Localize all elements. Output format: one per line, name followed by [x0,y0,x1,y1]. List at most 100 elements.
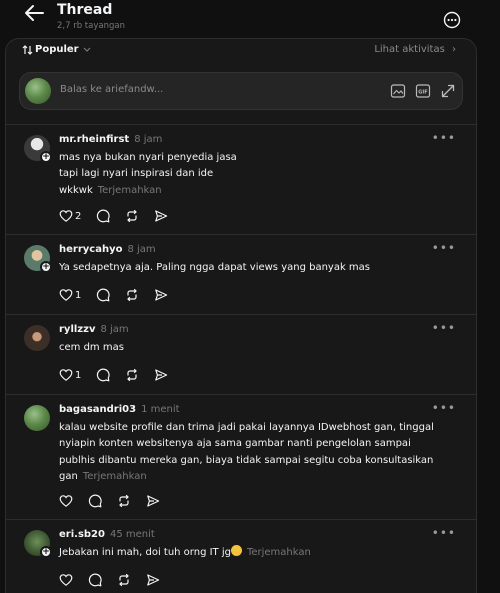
repost-button[interactable] [125,287,139,303]
image-icon[interactable] [390,83,406,99]
expand-icon[interactable] [440,83,456,99]
sort-button[interactable]: Populer [22,44,91,55]
avatar[interactable] [24,325,50,351]
back-arrow-icon[interactable] [22,3,46,23]
comment-line: tapi lagi nyari inspirasi dan ide [59,168,214,180]
send-icon [147,574,160,586]
sort-bar: Populer Lihat aktivitas › [6,39,476,65]
comment-actions: 1 [59,287,183,303]
share-button[interactable] [154,287,168,303]
like-button[interactable]: 1 [59,367,81,383]
heart-icon [59,369,73,381]
comment: ryllzzv 8 jam ••• cem dm mas 1 [6,314,476,394]
comment: + eri.sb20 45 menit ••• Jebakan ini mah, … [6,519,476,593]
comment-text: cem dm mas [59,340,444,356]
repost-button[interactable] [125,367,139,383]
repost-button[interactable] [125,208,139,224]
comment-username[interactable]: ryllzzv [59,324,95,335]
view-activity-label: Lihat aktivitas [374,44,445,55]
share-button[interactable] [154,208,168,224]
share-button[interactable] [146,493,160,509]
comment-header: bagasandri03 1 menit [59,404,180,415]
like-count: 1 [75,289,82,301]
reply-button[interactable] [96,208,110,224]
comment-line: wkkwk [59,184,93,196]
comment-more-icon[interactable]: ••• [432,401,456,415]
send-icon [155,210,168,222]
translate-link[interactable]: Terjemahkan [83,471,147,482]
comment-line: Ya sedapetnya aja. Paling ngga dapat vie… [59,262,371,273]
chevron-right-icon: › [452,44,456,55]
comment-header: mr.rheinfirst 8 jam [59,134,162,145]
reply-placeholder[interactable]: Balas ke ariefandw... [60,84,163,95]
comment: + mr.rheinfirst 8 jam ••• mas nya bukan n… [6,124,476,234]
svg-text:GIF: GIF [418,89,427,95]
comment-text: kalau website profile dan trima jadi pak… [59,420,444,485]
avatar [25,78,51,104]
reply-input[interactable]: Balas ke ariefandw... GIF [19,72,463,110]
heart-icon [59,210,73,222]
comment-text: Ya sedapetnya aja. Paling ngga dapat vie… [59,260,444,276]
avatar[interactable] [24,405,50,431]
comment: bagasandri03 1 menit ••• kalau website pr… [6,394,476,519]
comment-more-icon[interactable]: ••• [432,526,456,540]
follow-plus-icon[interactable]: + [40,151,52,163]
repost-icon [127,288,138,302]
comment-line: kalau website profile dan trima jadi pak… [59,422,434,433]
comment-username[interactable]: eri.sb20 [59,529,105,540]
follow-plus-icon[interactable]: + [40,546,52,558]
comment-more-icon[interactable]: ••• [432,241,456,255]
thread-panel: Populer Lihat aktivitas › Balas ke arief… [5,38,477,593]
comment-header: herrycahyo 8 jam [59,244,156,255]
comment-list: + mr.rheinfirst 8 jam ••• mas nya bukan n… [6,124,476,593]
send-icon [147,495,160,507]
comment-icon [88,573,102,587]
gif-icon[interactable]: GIF [415,83,431,99]
translate-link[interactable]: Terjemahkan [98,185,162,196]
like-button[interactable]: 1 [59,287,81,303]
translate-link[interactable]: Terjemahkan [247,547,311,558]
comment-actions: 1 [59,367,183,383]
heart-icon [59,574,73,586]
comment-more-icon[interactable]: ••• [432,131,456,145]
heart-icon [59,289,73,301]
view-activity-link[interactable]: Lihat aktivitas › [374,44,456,55]
comment-line: Jebakan ini mah, doi tuh orng IT jg [59,547,231,558]
page-title: Thread [57,2,113,18]
reply-button[interactable] [96,287,110,303]
sort-arrows-icon [22,44,33,55]
reply-button[interactable] [88,493,102,509]
comment-username[interactable]: bagasandri03 [59,404,136,415]
follow-plus-icon[interactable]: + [40,261,52,273]
repost-icon [127,209,138,223]
comment-time: 45 menit [109,529,155,540]
heart-icon [59,495,73,507]
share-button[interactable] [146,572,160,588]
comment-icon [97,209,110,223]
comment-line: mas nya bukan nyari penyedia jasa [59,152,237,163]
repost-icon [119,573,129,587]
comment-username[interactable]: mr.rheinfirst [59,134,129,145]
like-button[interactable] [59,572,73,588]
like-button[interactable]: 2 [59,208,81,224]
comment-line: cem dm mas [59,342,124,353]
comment-actions [59,493,175,509]
comment-more-icon[interactable]: ••• [432,321,456,335]
repost-icon [127,368,138,382]
comment-icon [88,494,102,508]
comment-username[interactable]: herrycahyo [59,244,122,255]
share-button[interactable] [154,367,168,383]
repost-button[interactable] [117,493,131,509]
comment-time: 8 jam [100,324,129,335]
sort-label: Populer [35,44,79,55]
repost-button[interactable] [117,572,131,588]
comment-line: publhis dibantu mereka gan, biaya tidak … [59,454,434,466]
reply-button[interactable] [88,572,102,588]
comment-actions [59,572,175,588]
like-count: 2 [75,210,82,222]
reply-button[interactable] [96,367,110,383]
more-options-icon[interactable] [443,11,461,29]
like-button[interactable] [59,493,73,509]
send-icon [155,289,168,301]
comment-icon [97,288,110,302]
